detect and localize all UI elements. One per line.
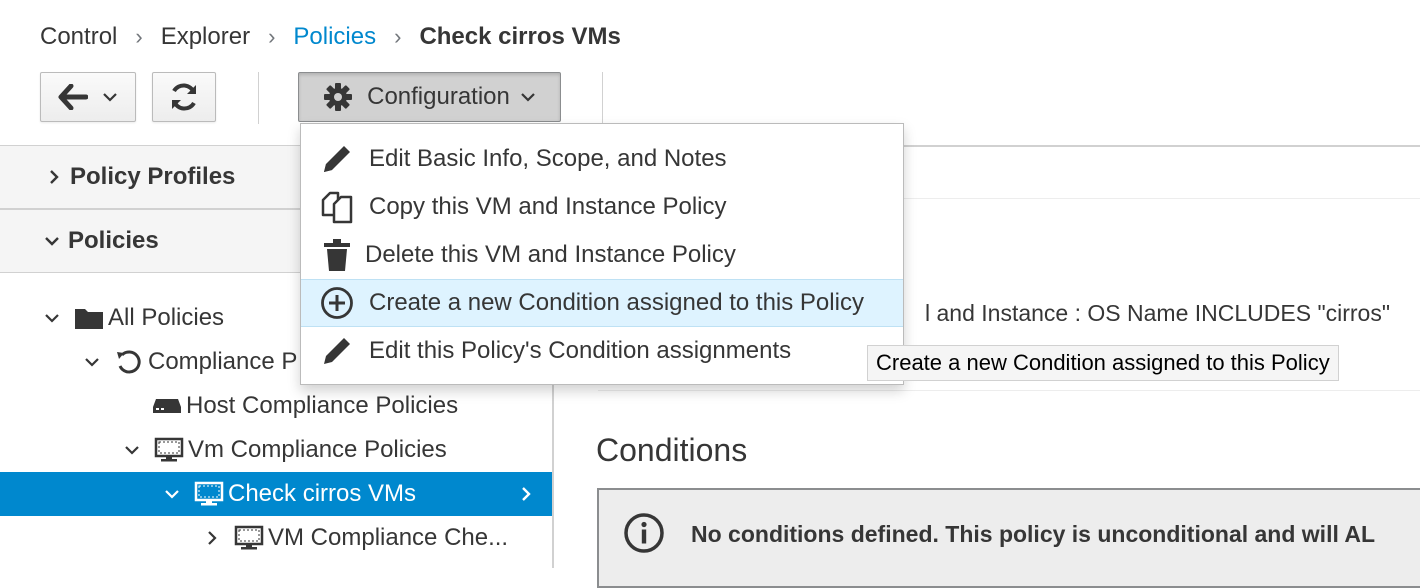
menu-item-label: Copy this VM and Instance Policy <box>369 193 727 220</box>
menu-item-edit-basic-info[interactable]: Edit Basic Info, Scope, and Notes <box>301 135 903 183</box>
breadcrumb-separator: › <box>394 24 402 49</box>
trash-icon <box>319 237 355 273</box>
pencil-icon <box>319 141 355 177</box>
monitor-icon <box>194 481 224 506</box>
tree-node-check-cirros-vms[interactable]: Check cirros VMs <box>0 472 552 516</box>
copy-icon <box>319 189 355 225</box>
menu-item-label: Edit Basic Info, Scope, and Notes <box>369 145 727 172</box>
menu-item-copy-policy[interactable]: Copy this VM and Instance Policy <box>301 183 903 231</box>
folder-icon <box>75 309 103 329</box>
plus-circle-icon <box>319 285 355 321</box>
monitor-icon <box>234 525 264 550</box>
chevron-down-icon <box>165 490 179 499</box>
chevron-down-icon <box>85 358 99 367</box>
accordion-policies-label: Policies <box>68 227 159 254</box>
gear-icon <box>324 83 353 111</box>
chevron-down-icon <box>45 314 59 323</box>
tooltip: Create a new Condition assigned to this … <box>867 345 1339 381</box>
tree-node-vm-compliance-check[interactable]: VM Compliance Che... <box>0 516 552 560</box>
tree-node-label: Host Compliance Policies <box>186 392 459 419</box>
accordion-policy-profiles-label: Policy Profiles <box>70 163 236 190</box>
section-divider <box>598 390 1420 391</box>
menu-item-delete-policy[interactable]: Delete this VM and Instance Policy <box>301 231 903 279</box>
refresh-button[interactable] <box>152 72 216 122</box>
toolbar-divider <box>258 72 259 124</box>
chevron-right-icon <box>208 531 217 545</box>
conditions-title: Conditions <box>596 432 748 468</box>
chevron-down-icon <box>103 93 117 102</box>
menu-item-edit-condition-assignments[interactable]: Edit this Policy's Condition assignments <box>301 327 903 375</box>
breadcrumb-current: Check cirros VMs <box>419 23 621 50</box>
menu-item-label: Edit this Policy's Condition assignments <box>369 337 792 364</box>
chevron-right-icon <box>522 487 531 501</box>
policy-expression-text: l and Instance : OS Name INCLUDES "cirro… <box>925 300 1390 326</box>
tree-node-vm-compliance[interactable]: Vm Compliance Policies <box>0 428 552 472</box>
back-history-button[interactable] <box>40 72 136 122</box>
tree-node-label: Vm Compliance Policies <box>188 436 447 463</box>
configuration-label: Configuration <box>367 83 510 110</box>
server-icon <box>153 399 181 413</box>
tree-node-host-compliance[interactable]: Host Compliance Policies <box>0 384 552 428</box>
pencil-icon <box>319 333 355 369</box>
no-conditions-text: No conditions defined. This policy is un… <box>691 521 1376 547</box>
chevron-down-icon <box>45 237 59 246</box>
breadcrumb-separator: › <box>135 24 143 49</box>
breadcrumb-control[interactable]: Control <box>40 23 117 51</box>
tree-node-label: Compliance P <box>148 348 298 375</box>
configuration-dropdown-button[interactable]: Configuration <box>298 72 561 122</box>
chevron-down-icon <box>125 446 139 455</box>
refresh-icon <box>172 83 196 111</box>
breadcrumb-policies[interactable]: Policies <box>293 23 376 51</box>
menu-item-label: Create a new Condition assigned to this … <box>369 289 864 316</box>
info-icon <box>624 513 664 553</box>
tree-node-label: Check cirros VMs <box>228 480 417 507</box>
breadcrumb-explorer[interactable]: Explorer <box>161 23 250 51</box>
chevron-down-icon <box>521 93 535 102</box>
breadcrumb-separator: › <box>268 24 276 49</box>
menu-item-create-condition[interactable]: Create a new Condition assigned to this … <box>301 279 903 327</box>
tree-node-label: VM Compliance Che... <box>268 524 509 551</box>
configuration-menu: Edit Basic Info, Scope, and Notes Copy t… <box>300 123 904 385</box>
tree-node-label: All Policies <box>108 304 225 331</box>
arrow-left-icon <box>58 84 88 110</box>
breadcrumb: Control › Explorer › Policies › Check ci… <box>40 20 621 54</box>
history-icon <box>117 350 141 374</box>
menu-item-label: Delete this VM and Instance Policy <box>365 241 736 268</box>
no-conditions-alert: No conditions defined. This policy is un… <box>597 488 1420 588</box>
chevron-right-icon <box>50 170 59 184</box>
monitor-icon <box>154 437 184 462</box>
toolbar-divider <box>602 72 603 124</box>
